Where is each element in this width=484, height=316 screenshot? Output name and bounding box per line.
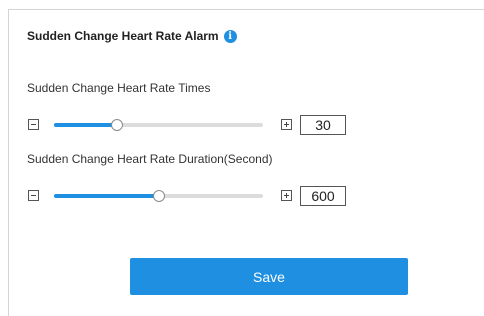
save-button[interactable]: Save: [130, 258, 408, 295]
duration-decrement-button[interactable]: [28, 190, 39, 201]
duration-slider-thumb[interactable]: [152, 190, 165, 202]
times-slider-fill: [54, 123, 117, 127]
times-label: Sudden Change Heart Rate Times: [27, 81, 211, 95]
duration-value-input[interactable]: [300, 186, 346, 206]
minus-icon: [31, 195, 36, 196]
duration-increment-button[interactable]: [281, 190, 292, 201]
duration-slider[interactable]: [54, 190, 263, 202]
section-header: Sudden Change Heart Rate Alarm i: [27, 27, 237, 45]
minus-icon: [31, 124, 36, 125]
times-decrement-button[interactable]: [28, 119, 39, 130]
info-icon[interactable]: i: [223, 29, 237, 43]
times-slider-thumb[interactable]: [110, 119, 123, 131]
duration-slider-fill: [54, 194, 159, 198]
duration-label: Sudden Change Heart Rate Duration(Second…: [27, 152, 273, 166]
section-title: Sudden Change Heart Rate Alarm: [27, 29, 219, 43]
duration-control: [27, 186, 357, 206]
times-control: [27, 115, 357, 135]
times-value-input[interactable]: [300, 115, 346, 135]
times-increment-button[interactable]: [281, 119, 292, 130]
times-slider[interactable]: [54, 119, 263, 131]
